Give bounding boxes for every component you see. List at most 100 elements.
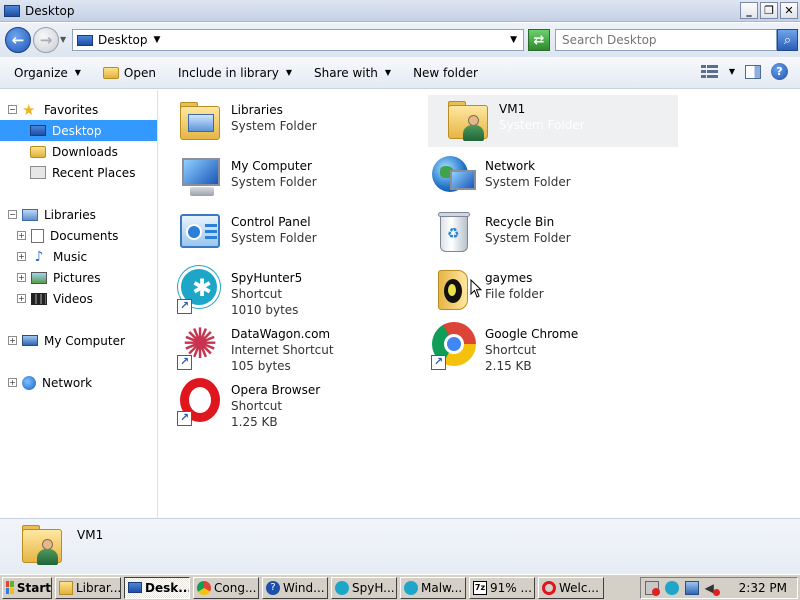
- minimize-button[interactable]: _: [740, 2, 758, 19]
- recent-places-icon: [30, 166, 46, 179]
- nav-documents[interactable]: + Documents: [0, 225, 157, 246]
- nav-recent-places[interactable]: Recent Places: [0, 162, 157, 183]
- breadcrumb-dropdown[interactable]: ▼: [154, 35, 161, 45]
- network-tray-icon[interactable]: [684, 580, 699, 595]
- item-spyhunter5[interactable]: ✱ ↗ SpyHunter5 Shortcut 1010 bytes: [160, 264, 410, 317]
- close-button[interactable]: ✕: [780, 2, 798, 19]
- nav-desktop[interactable]: Desktop: [0, 120, 157, 141]
- expand-icon[interactable]: +: [17, 231, 26, 240]
- taskbar-button-desktop[interactable]: Desk...: [124, 576, 190, 599]
- share-with-label: Share with: [314, 65, 378, 80]
- address-history-dropdown[interactable]: ▼: [510, 35, 517, 45]
- expand-icon[interactable]: +: [17, 252, 26, 261]
- nav-label: My Computer: [44, 333, 125, 348]
- windows-logo-icon: [6, 581, 14, 594]
- organize-button[interactable]: Organize ▼: [6, 61, 89, 85]
- item-name: My Computer: [231, 159, 312, 173]
- item-recycle-bin[interactable]: ♻ Recycle Bin System Folder: [414, 208, 664, 260]
- taskbar-button-spyhunter[interactable]: SpyH...: [331, 576, 397, 599]
- taskbar-button-malware[interactable]: Malw...: [400, 576, 466, 599]
- address-row: ← → ▼ Desktop ▼ ▼ ⇄ ⌕: [0, 23, 800, 57]
- security-alert-icon[interactable]: [644, 580, 660, 596]
- nav-label: Music: [53, 249, 88, 264]
- libraries-icon: [22, 208, 38, 221]
- expand-icon[interactable]: +: [8, 336, 17, 345]
- volume-muted-icon[interactable]: ◀: [705, 581, 720, 596]
- item-type: System Folder: [499, 118, 585, 132]
- help-icon[interactable]: ?: [771, 63, 788, 80]
- title-bar[interactable]: Desktop _ ❐ ✕: [0, 0, 800, 22]
- taskbar-button-7zip[interactable]: 7z 91% ...: [469, 576, 535, 599]
- nav-music[interactable]: + ♪ Music: [0, 246, 157, 267]
- computer-icon: [22, 335, 38, 346]
- change-view-icon[interactable]: [700, 64, 719, 79]
- item-opera-browser[interactable]: ↗ Opera Browser Shortcut 1.25 KB: [160, 376, 410, 429]
- back-button[interactable]: ←: [5, 27, 31, 53]
- nav-pictures[interactable]: + Pictures: [0, 267, 157, 288]
- control-panel-icon: [176, 210, 224, 258]
- include-in-library-button[interactable]: Include in library ▼: [170, 61, 300, 85]
- item-control-panel[interactable]: Control Panel System Folder: [160, 208, 410, 260]
- refresh-button[interactable]: ⇄: [528, 29, 550, 51]
- star-icon: ★: [22, 100, 36, 119]
- nav-libraries[interactable]: − Libraries: [0, 204, 157, 225]
- item-name: gaymes: [485, 271, 533, 285]
- item-type: Internet Shortcut: [231, 343, 334, 357]
- open-label: Open: [123, 65, 156, 80]
- spyhunter-tray-icon[interactable]: [664, 580, 679, 595]
- nav-network[interactable]: + Network: [0, 372, 157, 393]
- include-in-library-label: Include in library: [177, 65, 279, 80]
- collapse-icon[interactable]: −: [8, 210, 17, 219]
- chrome-icon: [197, 580, 211, 595]
- item-my-computer[interactable]: My Computer System Folder: [160, 152, 410, 204]
- forward-button[interactable]: →: [33, 27, 59, 53]
- collapse-icon[interactable]: −: [8, 105, 17, 114]
- item-type: File folder: [485, 287, 544, 301]
- expand-icon[interactable]: +: [8, 378, 17, 387]
- item-name: Control Panel: [231, 215, 311, 229]
- item-gaymes[interactable]: gaymes File folder: [414, 264, 664, 316]
- item-datawagon[interactable]: ✺ ↗ DataWagon.com Internet Shortcut 105 …: [160, 320, 410, 373]
- organize-label: Organize: [14, 65, 68, 80]
- item-network[interactable]: Network System Folder: [414, 152, 664, 204]
- item-vm1[interactable]: VM1 System Folder: [428, 95, 678, 147]
- expand-icon[interactable]: +: [17, 294, 26, 303]
- open-button[interactable]: Open: [95, 61, 164, 85]
- address-location[interactable]: Desktop: [98, 33, 148, 47]
- spyhunter-icon: [335, 580, 349, 595]
- search-input[interactable]: [555, 29, 777, 51]
- search-button[interactable]: ⌕: [777, 29, 798, 51]
- clock[interactable]: 2:32 PM: [739, 581, 787, 595]
- share-with-button[interactable]: Share with ▼: [306, 61, 399, 85]
- item-name: Recycle Bin: [485, 215, 555, 229]
- view-options-dropdown[interactable]: ▼: [729, 67, 735, 76]
- item-size: 1.25 KB: [231, 415, 278, 429]
- expand-icon[interactable]: +: [17, 273, 26, 282]
- address-bar[interactable]: Desktop ▼ ▼: [72, 29, 524, 51]
- item-type: System Folder: [485, 231, 571, 245]
- help-icon: ?: [266, 580, 280, 595]
- user-folder-icon: [444, 97, 492, 145]
- maximize-button[interactable]: ❐: [760, 2, 778, 19]
- nav-my-computer[interactable]: + My Computer: [0, 330, 157, 351]
- shortcut-arrow-icon: ↗: [177, 411, 192, 426]
- computer-icon: [176, 154, 224, 202]
- nav-videos[interactable]: + Videos: [0, 288, 157, 309]
- item-libraries[interactable]: Libraries System Folder: [160, 96, 410, 148]
- item-google-chrome[interactable]: ↗ Google Chrome Shortcut 2.15 KB: [414, 320, 664, 373]
- taskbar-button-opera[interactable]: Welc...: [538, 576, 604, 599]
- desktop-icon: [4, 4, 20, 17]
- taskbar-button-libraries[interactable]: Librar...: [55, 576, 121, 599]
- nav-downloads[interactable]: Downloads: [0, 141, 157, 162]
- item-size: 1010 bytes: [231, 303, 299, 317]
- recent-pages-dropdown[interactable]: ▼: [60, 35, 66, 44]
- nav-favorites[interactable]: − ★ Favorites: [0, 99, 157, 120]
- taskbar-button-chrome[interactable]: Cong...: [193, 576, 259, 599]
- command-bar: Organize ▼ Open Include in library ▼ Share…: [0, 57, 800, 89]
- taskbar-button-help[interactable]: ? Wind...: [262, 576, 328, 599]
- start-button[interactable]: Start: [2, 576, 52, 599]
- taskbar-label: Librar...: [76, 580, 121, 595]
- preview-pane-icon[interactable]: [745, 64, 761, 79]
- taskbar-label: Malw...: [421, 580, 463, 595]
- new-folder-button[interactable]: New folder: [405, 61, 486, 85]
